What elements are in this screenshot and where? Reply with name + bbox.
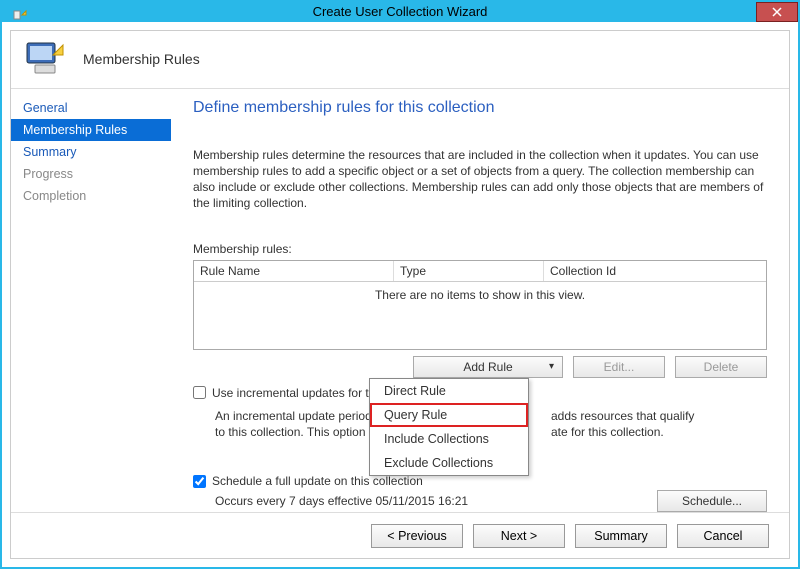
titlebar: Create User Collection Wizard <box>2 2 798 22</box>
sidebar-item-completion: Completion <box>11 185 171 207</box>
main-panel: Define membership rules for this collect… <box>171 89 789 512</box>
sidebar-item-membership-rules[interactable]: Membership Rules <box>11 119 171 141</box>
wizard-body: Membership Rules General Membership Rule… <box>10 30 790 559</box>
menu-exclude-collections[interactable]: Exclude Collections <box>370 451 528 475</box>
summary-button[interactable]: Summary <box>575 524 667 548</box>
sidebar: General Membership Rules Summary Progres… <box>11 89 171 512</box>
page-description: Membership rules determine the resources… <box>193 147 767 212</box>
grid-button-row: Add Rule ▾ Edit... Delete Direct Rule Qu… <box>193 356 767 378</box>
add-rule-dropdown: Direct Rule Query Rule Include Collectio… <box>369 378 529 476</box>
delete-button: Delete <box>675 356 767 378</box>
cancel-button[interactable]: Cancel <box>677 524 769 548</box>
wizard-icon <box>10 7 28 25</box>
chevron-down-icon: ▾ <box>549 361 554 372</box>
next-button[interactable]: Next > <box>473 524 565 548</box>
sidebar-item-progress: Progress <box>11 163 171 185</box>
schedule-occurs-text: Occurs every 7 days effective 05/11/2015… <box>215 494 657 508</box>
previous-button[interactable]: < Previous <box>371 524 463 548</box>
col-rule-name[interactable]: Rule Name <box>194 261 394 281</box>
col-type[interactable]: Type <box>394 261 544 281</box>
menu-direct-rule[interactable]: Direct Rule <box>370 379 528 403</box>
grid-header: Rule Name Type Collection Id <box>194 261 766 282</box>
add-rule-label: Add Rule <box>463 360 512 374</box>
membership-rules-grid[interactable]: Rule Name Type Collection Id There are n… <box>193 260 767 350</box>
menu-include-collections[interactable]: Include Collections <box>370 427 528 451</box>
wizard-window: Create User Collection Wizard Membership… <box>0 0 800 569</box>
add-rule-button[interactable]: Add Rule ▾ <box>413 356 563 378</box>
page-title: Define membership rules for this collect… <box>193 99 767 117</box>
close-button[interactable] <box>756 2 798 22</box>
schedule-label: Schedule a full update on this collectio… <box>212 474 423 488</box>
schedule-checkbox[interactable] <box>193 475 206 488</box>
membership-rules-label: Membership rules: <box>193 242 767 256</box>
header-title: Membership Rules <box>83 51 200 67</box>
edit-button: Edit... <box>573 356 665 378</box>
sidebar-item-summary[interactable]: Summary <box>11 141 171 163</box>
footer: < Previous Next > Summary Cancel <box>11 512 789 558</box>
sidebar-item-general[interactable]: General <box>11 97 171 119</box>
computer-icon <box>23 39 67 79</box>
header-band: Membership Rules <box>11 31 789 89</box>
window-title: Create User Collection Wizard <box>313 4 488 19</box>
schedule-button[interactable]: Schedule... <box>657 490 767 512</box>
schedule-row: Schedule a full update on this collectio… <box>193 474 767 488</box>
grid-empty-text: There are no items to show in this view. <box>194 282 766 349</box>
menu-query-rule[interactable]: Query Rule <box>370 403 528 427</box>
col-collection-id[interactable]: Collection Id <box>544 261 766 281</box>
incremental-checkbox[interactable] <box>193 386 206 399</box>
